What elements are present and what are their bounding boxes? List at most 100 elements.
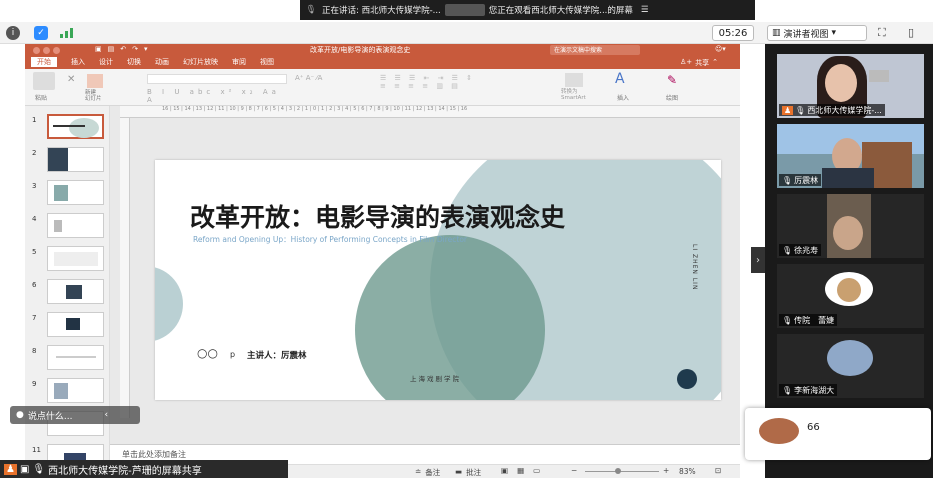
avatar xyxy=(759,418,799,444)
slide-thumbnail[interactable] xyxy=(47,312,104,337)
speaker-text: 主讲人：厉震林 xyxy=(247,351,307,361)
panel-toggle-icon[interactable]: ▯ xyxy=(908,26,914,39)
video-tile[interactable]: 🎙 传院 蕾婕 xyxy=(777,264,924,328)
meeting-timer: 05:26 xyxy=(712,25,754,41)
zoom-in-button[interactable]: + xyxy=(663,466,669,475)
participant-name: 传院 蕾婕 xyxy=(794,315,835,325)
video-tile[interactable]: 🎙 徐兆寿 xyxy=(777,194,924,258)
zoom-slider[interactable] xyxy=(585,468,659,474)
notes-icon: ≐ xyxy=(415,467,422,476)
search-field[interactable]: 在演示文稿中搜索 xyxy=(550,45,640,55)
fullscreen-icon[interactable]: ⛶ xyxy=(878,26,886,40)
speaker-view-button[interactable]: ▥ 演讲者视图 ▾ xyxy=(767,25,867,41)
menu-icon[interactable]: ☰ xyxy=(641,5,649,15)
speaker-prefix: p xyxy=(230,350,236,359)
slide-thumbnail[interactable] xyxy=(47,246,104,271)
smartart-label: 转换为 SmartArt xyxy=(561,89,586,101)
window-controls[interactable] xyxy=(33,47,60,54)
new-slide-label: 新建 幻灯片 xyxy=(85,90,102,102)
collapse-icon: ⌃ xyxy=(712,58,719,66)
notes-label: 备注 xyxy=(425,468,441,477)
video-tile[interactable]: 🎙 厉震林 xyxy=(777,124,924,188)
grid-icon: ▥ xyxy=(772,28,781,38)
horizontal-ruler: 16 | 15 | 14 | 13 | 12 | 11 | 10 | 9 | 8… xyxy=(120,106,740,118)
screen-share-bar: ♟ ▣ 🎙 西北师大传媒学院-芦珊的屏幕共享 xyxy=(0,460,288,478)
tab-1[interactable]: 插入 xyxy=(71,57,85,67)
tab-3[interactable]: 切换 xyxy=(127,57,141,67)
new-slide-icon[interactable] xyxy=(87,74,103,88)
mic-icon: 🎙 xyxy=(782,245,793,255)
slide-thumbnail[interactable] xyxy=(47,147,104,172)
comments-button[interactable]: ▬ 批注 xyxy=(455,467,481,478)
video-tile[interactable]: 🎙 李新海湖大 xyxy=(777,334,924,398)
zoom-level: 83% xyxy=(679,467,696,476)
insert-label: 插入 xyxy=(617,95,630,102)
slide-number: 8 xyxy=(32,347,37,355)
ribbon-tabs: 开始 插入 设计 切换 动画 幻灯片放映 审阅 视图 ♙+ 共享 ⌃ xyxy=(25,57,740,69)
quick-access-icons[interactable]: ▣▤↶↷▾ xyxy=(95,45,153,53)
slide-number: 7 xyxy=(32,314,37,322)
slide-thumbnail[interactable] xyxy=(47,279,104,304)
tab-7[interactable]: 视图 xyxy=(260,57,274,67)
tab-0[interactable]: 开始 xyxy=(31,57,57,67)
participant-label: ♟ 🎙 西北师大传媒学院-... xyxy=(779,104,885,116)
panel-collapse-handle[interactable]: › xyxy=(751,247,765,273)
chat-input-pill[interactable]: ● 说点什么... ‹ xyxy=(10,406,140,424)
paragraph-buttons[interactable]: ☰ ☰ ☰ ⇤ ⇥ ☰ ⇕ ≡ ≡ ≡ ≡ ▥ ▤ xyxy=(380,74,550,98)
slide-thumbnail[interactable] xyxy=(47,345,104,370)
share-button[interactable]: ♙+ 共享 ⌃ xyxy=(680,58,718,68)
video-tile[interactable]: ♟ 🎙 西北师大传媒学院-... xyxy=(777,54,924,118)
slide-number: 4 xyxy=(32,215,37,223)
ribbon-home: 粘贴 ✕ 新建 幻灯片 B I U abc x² x₂ Aa A A⁺ A⁻ ⁄… xyxy=(25,69,740,106)
chat-icon: ● xyxy=(16,410,24,420)
draw-icon[interactable]: ✎ xyxy=(667,73,677,87)
share-icon: ♙+ xyxy=(680,58,693,66)
smiley-icon[interactable]: ☺▾ xyxy=(715,45,726,53)
info-icon[interactable]: i xyxy=(6,26,20,40)
tab-6[interactable]: 审阅 xyxy=(232,57,246,67)
popup-count: 66 xyxy=(807,422,820,433)
participant-label: 🎙 李新海湖大 xyxy=(779,384,838,396)
smartart-icon[interactable] xyxy=(565,73,583,87)
glasses-icon: ○○ xyxy=(197,346,218,360)
shield-icon[interactable]: ✓ xyxy=(34,26,48,40)
view-buttons[interactable]: ▣▦▭ xyxy=(501,466,549,475)
notification-popup[interactable]: 66 xyxy=(745,408,931,460)
microphone-icon: 🎙 xyxy=(305,5,317,15)
current-slide[interactable]: 改革开放：电影导演的表演观念史 Reform and Opening Up：Hi… xyxy=(155,160,721,400)
tab-4[interactable]: 动画 xyxy=(155,57,169,67)
draw-label: 绘图 xyxy=(666,95,679,102)
cut-icon[interactable]: ✕ xyxy=(67,74,75,85)
slide-subtitle: Reform and Opening Up：History of Perform… xyxy=(193,235,468,244)
slide-title: 改革开放：电影导演的表演观念史 xyxy=(190,203,566,232)
mic-icon: 🎙 xyxy=(795,105,806,115)
viewing-text: 您正在观看西北师大传媒学院...的屏幕 xyxy=(488,6,633,16)
slide-decoration xyxy=(155,160,721,400)
screen-icon: ▣ xyxy=(19,463,30,475)
vertical-name: LI ZHEN LIN xyxy=(691,244,698,291)
paste-icon[interactable] xyxy=(33,72,55,90)
slide-thumbnail[interactable] xyxy=(47,378,104,403)
blurred-name xyxy=(444,4,485,16)
zoom-out-button[interactable]: − xyxy=(571,466,577,475)
font-format-buttons[interactable]: B I U abc x² x₂ Aa A xyxy=(147,88,287,104)
font-name-select[interactable] xyxy=(147,74,287,84)
speaking-text: 正在讲话: 西北师大传媒学院-... xyxy=(322,6,441,16)
notes-button[interactable]: ≐ 备注 xyxy=(415,467,440,478)
host-icon: ♟ xyxy=(782,105,794,115)
fit-window-icon[interactable]: ⊡ xyxy=(715,466,721,475)
slide-thumbnail[interactable] xyxy=(47,213,104,238)
insert-text-icon[interactable]: A xyxy=(615,71,625,87)
chevron-down-icon: ▾ xyxy=(831,28,837,38)
signal-icon[interactable] xyxy=(60,28,74,38)
tab-2[interactable]: 设计 xyxy=(99,57,113,67)
slide-thumbnail[interactable] xyxy=(47,180,104,205)
font-size-buttons[interactable]: A⁺ A⁻ ⁄A xyxy=(295,74,355,84)
tab-5[interactable]: 幻灯片放映 xyxy=(183,57,218,67)
slide-thumbnail[interactable] xyxy=(47,114,104,139)
host-icon: ♟ xyxy=(4,463,17,475)
chevron-left-icon: ‹ xyxy=(104,410,109,420)
speaking-indicator-bar: 🎙 正在讲话: 西北师大传媒学院-... 您正在观看西北师大传媒学院...的屏幕… xyxy=(300,0,755,20)
slide-number: 6 xyxy=(32,281,37,289)
participant-label: 🎙 厉震林 xyxy=(779,174,822,186)
